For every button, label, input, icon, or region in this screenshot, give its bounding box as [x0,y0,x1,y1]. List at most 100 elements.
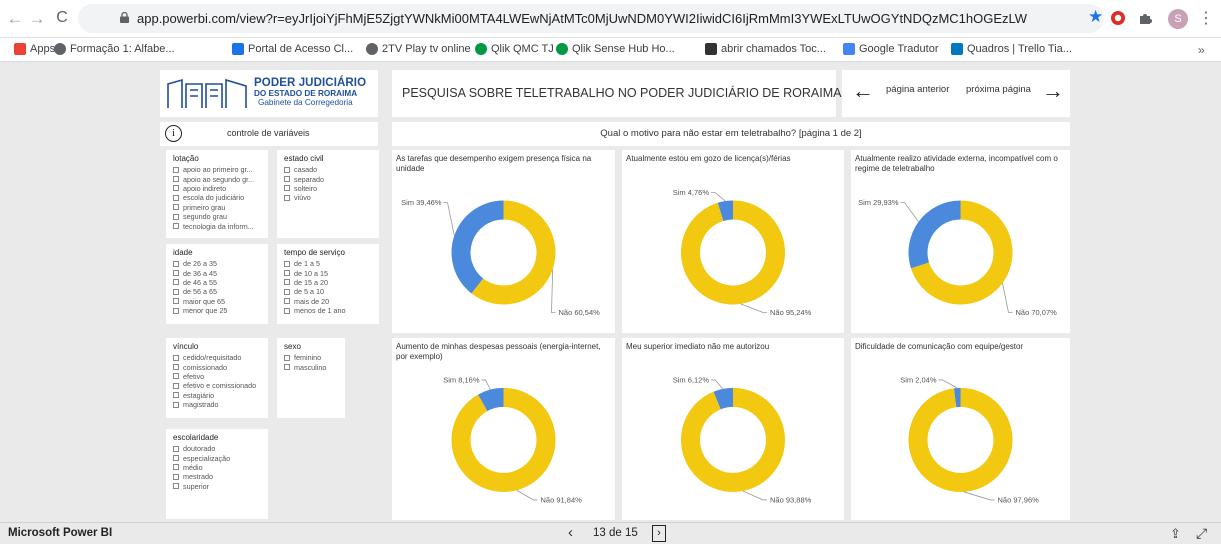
checkbox[interactable] [173,455,179,462]
controls-panel[interactable]: i controle de variáveis [160,122,378,146]
donut-slice-no[interactable] [681,200,785,305]
checkbox[interactable] [173,392,179,399]
checkbox[interactable] [284,270,290,277]
slicer-option[interactable]: menor que 25 [173,306,268,315]
bookmark-item[interactable]: Formação 1: Alfabe... [54,43,175,55]
slicer-option[interactable]: masculino [284,362,345,372]
pager-next-button[interactable]: › [652,525,666,542]
slicer-option[interactable]: apoio ao primeiro gr... [173,165,268,174]
slicer-option[interactable]: menos de 1 ano [284,306,379,315]
slicer-option[interactable]: médio [173,463,268,472]
previous-page-button[interactable]: página anterior [886,84,949,95]
donut-chart-panel[interactable]: Aumento de minhas despesas pessoais (ene… [392,338,615,520]
donut-slice-no[interactable] [681,387,785,492]
checkbox[interactable] [284,260,290,267]
slicer-option[interactable]: apoio ao segundo gr... [173,174,268,184]
slicer-option[interactable]: maior que 65 [173,297,268,306]
donut-slice-no[interactable] [451,387,556,492]
checkbox[interactable] [173,185,179,192]
slicer-option[interactable]: de 15 a 20 [284,278,379,287]
puzzle-extensions-icon[interactable] [1137,10,1153,26]
donut-chart-panel[interactable]: Atualmente realizo atividade externa, in… [851,150,1070,333]
checkbox[interactable] [284,298,290,305]
slicer-option[interactable]: solteiro [284,184,379,193]
checkbox[interactable] [173,298,179,305]
slicer-option[interactable]: efetivo e comissionado [173,381,268,390]
slicer-option[interactable]: viúvo [284,193,379,202]
checkbox[interactable] [284,176,290,183]
checkbox[interactable] [173,176,179,183]
checkbox[interactable] [173,382,179,389]
bookmark-item[interactable]: Qlik Sense Hub Ho... [556,43,675,55]
checkbox[interactable] [173,194,179,201]
slicer-option[interactable]: de 26 a 35 [173,259,268,268]
slicer-option[interactable]: mestrado [173,472,268,481]
address-bar[interactable]: app.powerbi.com/view?r=eyJrIjoiYjFhMjE5Z… [78,4,1104,33]
donut-slice-no[interactable] [908,387,1013,492]
checkbox[interactable] [173,288,179,295]
slicer-option[interactable]: de 5 a 10 [284,287,379,296]
donut-chart-panel[interactable]: Atualmente estou em gozo de licença(s)/f… [622,150,844,333]
bookmark-item[interactable]: Quadros | Trello Tia... [951,43,1072,55]
checkbox[interactable] [173,223,179,230]
slicer-option[interactable]: magistrado [173,400,268,409]
checkbox[interactable] [173,279,179,286]
checkbox[interactable] [173,445,179,452]
checkbox[interactable] [173,213,179,220]
slicer-option[interactable]: comissionado [173,362,268,372]
checkbox[interactable] [173,204,179,211]
checkbox[interactable] [173,307,179,314]
slicer-option[interactable]: primeiro grau [173,203,268,212]
pager-previous-icon[interactable]: ‹ [568,524,573,541]
donut-chart-panel[interactable]: Meu superior imediato não me autorizou Si… [622,338,844,520]
opera-extension-icon[interactable] [1110,10,1126,26]
checkbox[interactable] [173,260,179,267]
share-icon[interactable]: ⇪ [1170,526,1181,542]
slicer-option[interactable]: cedido/requisitado [173,353,268,362]
slicer-option[interactable]: efetivo [173,372,268,381]
back-arrow-icon[interactable]: ← [5,9,25,29]
checkbox[interactable] [284,354,290,361]
donut-chart-panel[interactable]: As tarefas que desempenho exigem presenç… [392,150,615,333]
checkbox[interactable] [284,185,290,192]
checkbox[interactable] [284,364,290,371]
checkbox[interactable] [173,401,179,408]
slicer-option[interactable]: escola do judiciário [173,193,268,202]
slicer-option[interactable]: separado [284,174,379,184]
donut-slice-sim[interactable] [908,200,961,269]
bookmark-item[interactable]: 2TV Play tv online [366,43,471,55]
slicer-option[interactable]: casado [284,165,379,174]
bookmark-item[interactable]: Portal de Acesso Cl... [232,43,353,55]
slicer-option[interactable]: apoio indireto [173,184,268,193]
slicer-option[interactable]: superior [173,482,268,491]
slicer-option[interactable]: segundo grau [173,212,268,221]
bookmark-apps[interactable]: Apps [14,43,55,55]
checkbox[interactable] [284,279,290,286]
previous-page-arrow-icon[interactable]: ← [852,78,874,104]
donut-slice-sim[interactable] [451,200,504,294]
bookmark-item[interactable]: Google Tradutor [843,43,939,55]
checkbox[interactable] [173,373,179,380]
slicer-option[interactable]: tecnologia da inform... [173,221,268,231]
slicer-option[interactable]: doutorado [173,444,268,453]
checkbox[interactable] [173,354,179,361]
bookmark-item[interactable]: abrir chamados Toc... [705,43,826,55]
forward-arrow-icon[interactable]: → [27,9,47,29]
reload-icon[interactable]: C [52,9,72,27]
slicer-option[interactable]: feminino [284,353,345,362]
bookmark-item[interactable]: Qlik QMC TJ [475,43,554,55]
bookmark-star-icon[interactable]: ★ [1088,7,1103,27]
checkbox[interactable] [173,270,179,277]
slicer-option[interactable]: de 10 a 15 [284,268,379,278]
info-icon[interactable]: i [165,125,182,142]
slicer-option[interactable]: estagiário [173,391,268,400]
checkbox[interactable] [284,288,290,295]
next-page-button[interactable]: próxima página [966,84,1031,95]
checkbox[interactable] [173,464,179,471]
slicer-option[interactable]: de 56 a 65 [173,287,268,296]
slicer-option[interactable]: de 36 a 45 [173,268,268,278]
checkbox[interactable] [173,166,179,173]
profile-avatar[interactable]: S [1168,9,1188,29]
checkbox[interactable] [284,307,290,314]
checkbox[interactable] [284,194,290,201]
